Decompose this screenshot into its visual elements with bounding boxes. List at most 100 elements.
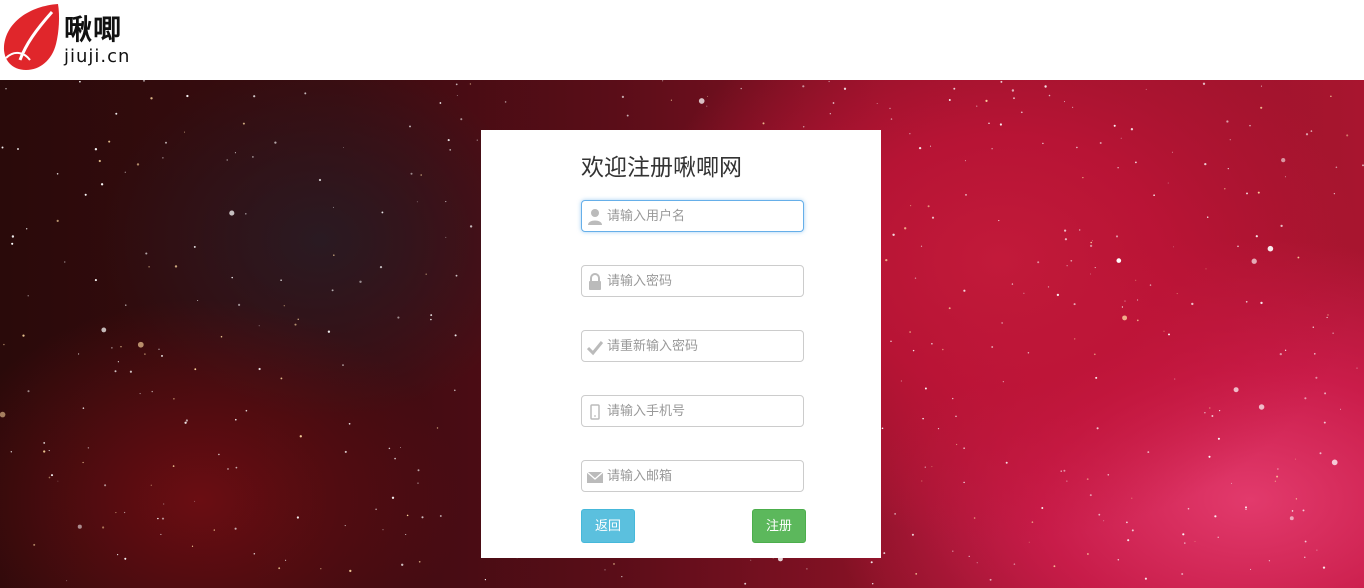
star — [698, 98, 705, 104]
star — [876, 103, 878, 104]
star — [401, 563, 404, 566]
star — [278, 567, 281, 570]
star — [964, 160, 966, 162]
star — [1028, 541, 1030, 543]
star — [1217, 437, 1220, 440]
register-card: 欢迎注册啾唧网 返回 注册 — [481, 130, 881, 558]
star — [1297, 256, 1300, 259]
confirm-password-field[interactable] — [581, 330, 804, 362]
phone-field[interactable] — [581, 395, 804, 427]
star — [33, 543, 36, 546]
star — [1093, 353, 1096, 356]
star — [27, 390, 30, 393]
star — [447, 139, 450, 142]
check-icon — [587, 341, 603, 356]
star — [662, 80, 664, 82]
star — [391, 496, 395, 499]
star — [400, 446, 401, 448]
password-field[interactable] — [581, 265, 804, 297]
star — [744, 582, 747, 585]
password-input[interactable] — [607, 266, 797, 296]
star — [1208, 455, 1211, 458]
star — [976, 105, 978, 107]
email-field[interactable] — [581, 460, 804, 492]
star — [417, 469, 420, 472]
star — [921, 480, 923, 482]
star — [439, 515, 442, 517]
star — [1115, 235, 1119, 238]
star — [343, 147, 344, 148]
star — [1137, 299, 1139, 301]
star — [172, 465, 175, 467]
star — [1144, 577, 1147, 580]
star — [626, 114, 629, 117]
star — [1103, 520, 1105, 522]
star — [740, 87, 742, 90]
star — [280, 377, 283, 380]
star — [909, 331, 911, 333]
star — [1064, 238, 1068, 241]
star — [1037, 261, 1040, 264]
star — [920, 245, 923, 247]
star — [973, 517, 976, 519]
star — [144, 353, 146, 355]
star — [66, 580, 68, 582]
star — [238, 303, 241, 306]
star — [1070, 259, 1073, 262]
star — [1066, 480, 1068, 482]
star — [117, 554, 119, 556]
site-logo[interactable]: 啾唧 jiuji.cn — [0, 0, 160, 80]
star — [1060, 470, 1062, 472]
star — [304, 92, 307, 95]
star — [1227, 167, 1229, 170]
star — [299, 435, 302, 438]
star — [150, 97, 153, 100]
star — [148, 265, 150, 268]
star — [456, 95, 458, 96]
phone-input[interactable] — [607, 396, 797, 426]
star — [381, 211, 384, 214]
star — [1229, 139, 1231, 141]
star — [1149, 284, 1152, 286]
star — [469, 83, 472, 85]
star — [900, 380, 902, 382]
star — [420, 174, 423, 176]
username-input[interactable] — [607, 201, 797, 231]
star — [1233, 387, 1239, 393]
star — [56, 173, 59, 175]
star — [274, 141, 277, 144]
star — [937, 427, 940, 430]
star — [101, 327, 107, 333]
star — [1176, 293, 1178, 295]
star — [10, 451, 12, 453]
star — [890, 340, 892, 342]
confirm-password-input[interactable] — [607, 331, 797, 361]
star — [280, 279, 282, 281]
star — [165, 141, 167, 144]
star — [136, 163, 140, 166]
star — [1095, 376, 1098, 379]
star — [94, 279, 97, 282]
star — [1089, 244, 1093, 248]
lock-icon — [589, 273, 601, 290]
star — [999, 123, 1003, 126]
star — [445, 236, 447, 238]
username-field[interactable] — [581, 200, 804, 232]
star — [57, 480, 59, 482]
star — [484, 579, 486, 581]
register-button[interactable]: 注册 — [752, 509, 806, 543]
star — [832, 102, 835, 104]
star — [82, 407, 85, 409]
star — [1219, 410, 1221, 412]
back-button[interactable]: 返回 — [581, 509, 635, 543]
star — [157, 517, 159, 520]
star — [985, 99, 988, 103]
star — [918, 146, 922, 150]
star — [914, 277, 917, 279]
star — [161, 354, 163, 357]
star — [1098, 513, 1101, 516]
star — [1153, 194, 1155, 197]
star — [621, 95, 625, 99]
star — [320, 568, 322, 570]
email-input[interactable] — [607, 461, 797, 491]
